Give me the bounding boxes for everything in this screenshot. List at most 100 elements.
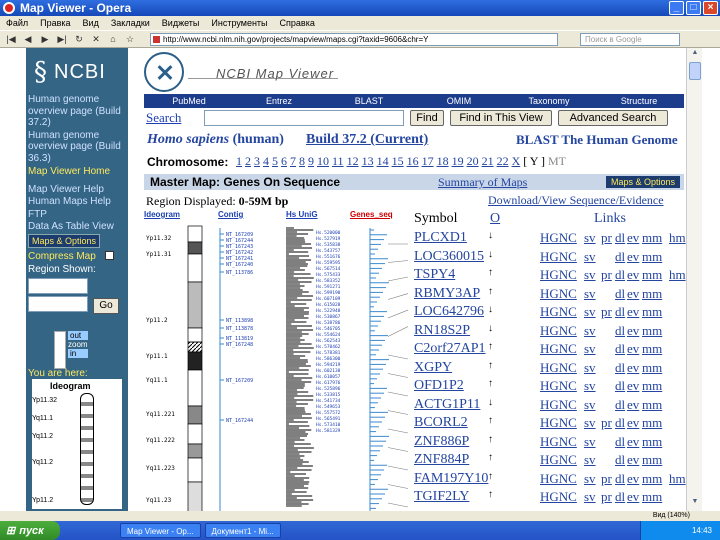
gene-link-mm[interactable]: mm: [642, 230, 662, 246]
gene-symbol-link[interactable]: TGIF2LY: [414, 489, 469, 505]
chromosome-link-8[interactable]: 8: [299, 154, 305, 168]
first-page-icon[interactable]: |◀: [4, 33, 18, 46]
gene-link-ev[interactable]: ev: [627, 360, 639, 376]
gene-link-HGNC[interactable]: HGNC: [540, 452, 577, 468]
chromosome-link-17[interactable]: 17: [422, 154, 434, 168]
gene-link-ev[interactable]: ev: [627, 415, 639, 431]
region-start-input[interactable]: [28, 277, 88, 294]
search-link[interactable]: Search: [146, 110, 181, 126]
download-sequence-link[interactable]: Download/View Sequence/Evidence: [488, 193, 664, 208]
gene-symbol-link[interactable]: ACTG1P11: [414, 397, 480, 413]
chromosome-link-16[interactable]: 16: [407, 154, 419, 168]
gene-link-pr[interactable]: pr: [601, 415, 612, 431]
gene-link-HGNC[interactable]: HGNC: [540, 489, 577, 505]
gene-link-ev[interactable]: ev: [627, 397, 639, 413]
gene-link-dl[interactable]: dl: [615, 249, 625, 265]
gene-link-ev[interactable]: ev: [627, 341, 639, 357]
chromosome-minimap[interactable]: Ideogram Yp11.32 Yq11.1 Yq11.2 Yq11.2 Yp…: [32, 379, 122, 509]
search-input[interactable]: Поиск в Google: [580, 33, 680, 46]
find-button[interactable]: Find: [410, 110, 444, 126]
gene-link-sv[interactable]: sv: [584, 267, 596, 283]
chromosome-link-10[interactable]: 10: [317, 154, 329, 168]
gene-link-dl[interactable]: dl: [615, 286, 625, 302]
close-button[interactable]: ×: [703, 1, 718, 15]
reload-icon[interactable]: ↻: [72, 33, 86, 46]
gene-link-ev[interactable]: ev: [627, 304, 639, 320]
gene-link-mm[interactable]: mm: [642, 415, 662, 431]
gene-link-mm[interactable]: mm: [642, 452, 662, 468]
gene-symbol-link[interactable]: LOC360015: [414, 249, 484, 265]
gene-link-HGNC[interactable]: HGNC: [540, 341, 577, 357]
gene-link-sv[interactable]: sv: [584, 434, 596, 450]
gene-link-dl[interactable]: dl: [615, 415, 625, 431]
chromosome-link-15[interactable]: 15: [392, 154, 404, 168]
sidebar-link-build-37[interactable]: Human genome overview page (Build 37.2): [28, 94, 126, 129]
sidebar-link-map-viewer-help[interactable]: Map Viewer Help: [28, 184, 126, 196]
chromosome-link-12[interactable]: 12: [347, 154, 359, 168]
chromosome-link-18[interactable]: 18: [437, 154, 449, 168]
taskbar-item-opera[interactable]: Map Viewer - Op...: [120, 523, 201, 538]
gene-link-dl[interactable]: dl: [615, 489, 625, 505]
sidebar-link-map-viewer-home[interactable]: Map Viewer Home: [28, 166, 126, 178]
zoom-slider-icon[interactable]: [54, 331, 66, 369]
gene-link-dl[interactable]: dl: [615, 323, 625, 339]
gene-link-ev[interactable]: ev: [627, 249, 639, 265]
menu-help[interactable]: Справка: [280, 18, 315, 28]
gene-link-HGNC[interactable]: HGNC: [540, 378, 577, 394]
ncbi-logo[interactable]: § NCBI: [34, 56, 124, 88]
gene-link-dl[interactable]: dl: [615, 304, 625, 320]
taskbar-item-word[interactable]: Документ1 - Mi...: [204, 523, 281, 538]
gene-link-hm[interactable]: hm: [669, 230, 686, 246]
gene-link-pr[interactable]: pr: [601, 230, 612, 246]
gene-link-pr[interactable]: pr: [601, 489, 612, 505]
chromosome-link-5[interactable]: 5: [272, 154, 278, 168]
chromosome-link-X[interactable]: X: [512, 154, 521, 168]
chromosome-link-21[interactable]: 21: [482, 154, 494, 168]
gene-link-ev[interactable]: ev: [627, 378, 639, 394]
chromosome-link-6[interactable]: 6: [281, 154, 287, 168]
gene-link-sv[interactable]: sv: [584, 471, 596, 487]
gene-link-mm[interactable]: mm: [642, 489, 662, 505]
gene-link-dl[interactable]: dl: [615, 267, 625, 283]
gene-link-dl[interactable]: dl: [615, 230, 625, 246]
chromosome-link-20[interactable]: 20: [467, 154, 479, 168]
gene-link-HGNC[interactable]: HGNC: [540, 267, 577, 283]
back-icon[interactable]: ◀: [21, 33, 35, 46]
ideogram-column-header[interactable]: Ideogram: [144, 210, 180, 219]
chromosome-link-4[interactable]: 4: [263, 154, 269, 168]
genes-seq-column-header[interactable]: Genes_seq: [350, 210, 393, 219]
summary-of-maps-link[interactable]: Summary of Maps: [438, 175, 527, 190]
gene-link-HGNC[interactable]: HGNC: [540, 471, 577, 487]
compress-map-checkbox[interactable]: [104, 251, 114, 261]
maximize-button[interactable]: □: [686, 1, 701, 15]
gene-link-mm[interactable]: mm: [642, 323, 662, 339]
gene-link-sv[interactable]: sv: [584, 304, 596, 320]
gene-link-sv[interactable]: sv: [584, 489, 596, 505]
gene-symbol-link[interactable]: OFD1P2: [414, 378, 464, 394]
gene-link-ev[interactable]: ev: [627, 489, 639, 505]
gene-link-sv[interactable]: sv: [584, 378, 596, 394]
gene-link-mm[interactable]: mm: [642, 360, 662, 376]
gene-link-HGNC[interactable]: HGNC: [540, 230, 577, 246]
region-end-input[interactable]: [28, 295, 88, 312]
scroll-thumb[interactable]: [689, 62, 701, 80]
forward-icon[interactable]: ▶: [38, 33, 52, 46]
menu-view[interactable]: Вид: [83, 18, 99, 28]
gene-link-ev[interactable]: ev: [627, 286, 639, 302]
gene-link-dl[interactable]: dl: [615, 360, 625, 376]
menu-bookmarks[interactable]: Закладки: [111, 18, 150, 28]
gene-symbol-link[interactable]: XGPY: [414, 360, 452, 376]
advanced-search-button[interactable]: Advanced Search: [558, 110, 668, 126]
gene-link-mm[interactable]: mm: [642, 286, 662, 302]
fast-forward-icon[interactable]: ▶|: [55, 33, 69, 46]
gene-link-dl[interactable]: dl: [615, 452, 625, 468]
menu-tools[interactable]: Инструменты: [211, 18, 267, 28]
gene-symbol-link[interactable]: ZNF884P: [414, 452, 469, 468]
gene-link-pr[interactable]: pr: [601, 267, 612, 283]
gene-link-sv[interactable]: sv: [584, 249, 596, 265]
tab-taxonomy[interactable]: Taxonomy: [504, 94, 594, 108]
gene-link-HGNC[interactable]: HGNC: [540, 397, 577, 413]
chromosome-link-11[interactable]: 11: [332, 154, 344, 168]
gene-symbol-link[interactable]: RN18S2P: [414, 323, 470, 339]
chromosome-link-Y[interactable]: [ Y ]: [523, 154, 545, 168]
